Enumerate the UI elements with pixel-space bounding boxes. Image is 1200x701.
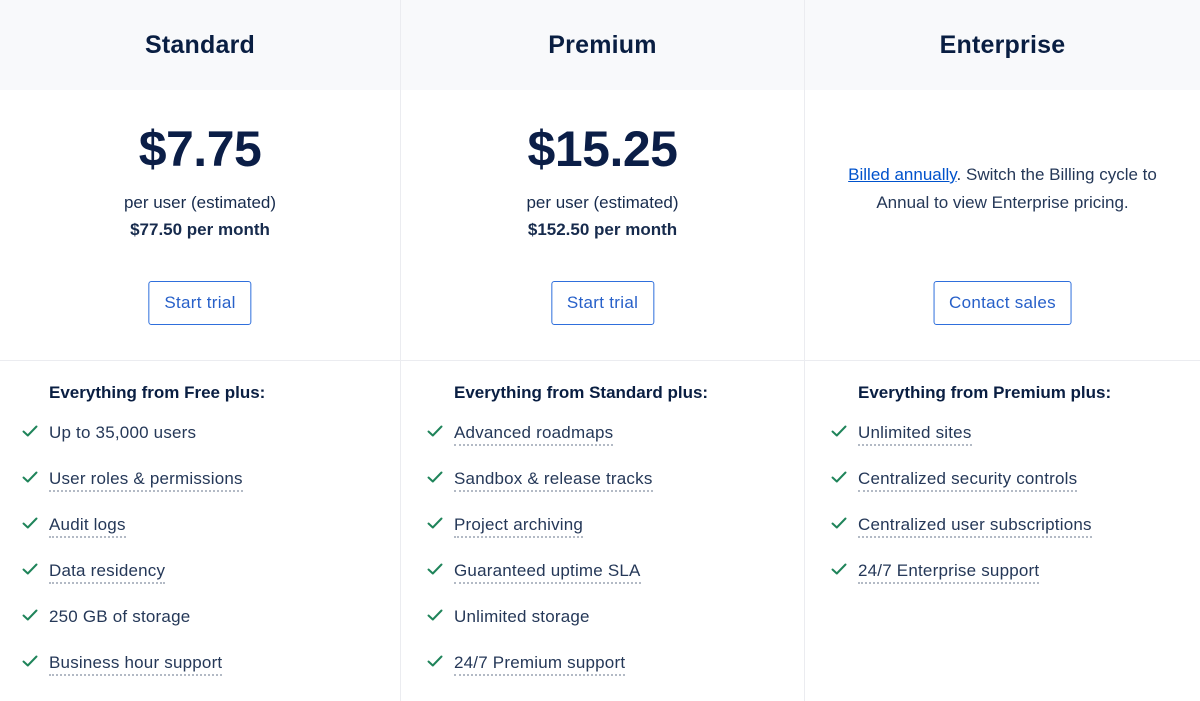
plan-price: $7.75 [138,121,262,177]
check-icon [22,517,38,529]
plan-name: Enterprise [805,0,1200,90]
price-unit: per user (estimated) [526,193,679,212]
check-icon [427,517,443,529]
check-icon [427,563,443,575]
plan-name: Standard [0,0,400,90]
monthly-total: $77.50 per month [130,220,270,239]
feature-item: Sandbox & release tracks [427,468,804,514]
check-icon [831,471,847,483]
feature-section: Everything from Standard plus: Advanced … [401,361,804,698]
plan-enterprise: Enterprise Billed annually. Switch the B… [804,0,1200,701]
plan-standard: Standard $7.75 per user (estimated) $77.… [0,0,400,701]
check-icon [427,471,443,483]
feature-item: 24/7 Enterprise support [831,560,1200,606]
feature-label[interactable]: User roles & permissions [49,468,243,492]
feature-item: Guaranteed uptime SLA [427,560,804,606]
feature-item: Data residency [22,560,400,606]
feature-section: Everything from Premium plus: Unlimited … [805,361,1200,606]
feature-label[interactable]: Sandbox & release tracks [454,468,653,492]
feature-label: 250 GB of storage [49,607,191,626]
plan-name: Premium [401,0,804,90]
feature-item: Centralized security controls [831,468,1200,514]
features-title: Everything from Standard plus: [454,383,709,402]
feature-label[interactable]: Business hour support [49,652,223,676]
start-trial-button[interactable]: Start trial [148,281,252,325]
feature-label[interactable]: Guaranteed uptime SLA [454,560,641,584]
enterprise-pricing-note: Billed annually. Switch the Billing cycl… [805,161,1200,217]
feature-label[interactable]: Audit logs [49,514,126,538]
feature-item: 24/7 Premium support [427,652,804,698]
plan-premium: Premium $15.25 per user (estimated) $152… [400,0,804,701]
feature-section: Everything from Free plus: Up to 35,000 … [0,361,400,698]
check-icon [427,425,443,437]
feature-item: User roles & permissions [22,468,400,514]
feature-list: Advanced roadmaps Sandbox & release track… [427,422,804,698]
check-icon [831,517,847,529]
monthly-total: $152.50 per month [527,220,678,239]
feature-label[interactable]: Centralized user subscriptions [858,514,1092,538]
feature-list: Up to 35,000 users User roles & permissio… [22,422,400,698]
feature-label[interactable]: 24/7 Enterprise support [858,560,1040,584]
check-icon [22,425,38,437]
check-icon [831,563,847,575]
feature-label[interactable]: Project archiving [454,514,584,538]
price-section: $7.75 per user (estimated) $77.50 per mo… [0,90,400,361]
feature-item: 250 GB of storage [22,606,400,652]
check-icon [22,563,38,575]
feature-item: Up to 35,000 users [22,422,400,468]
feature-label: Unlimited storage [454,607,590,626]
feature-item: Unlimited storage [427,606,804,652]
price-section: Billed annually. Switch the Billing cycl… [805,90,1200,361]
feature-list: Unlimited sites Centralized security cont… [831,422,1200,606]
pricing-table: Standard $7.75 per user (estimated) $77.… [0,0,1200,701]
check-icon [427,609,443,621]
features-title: Everything from Premium plus: [858,383,1112,402]
feature-item: Advanced roadmaps [427,422,804,468]
plan-price: $15.25 [527,121,678,177]
start-trial-button[interactable]: Start trial [550,281,655,325]
contact-sales-button[interactable]: Contact sales [933,281,1072,325]
check-icon [22,655,38,667]
check-icon [427,655,443,667]
feature-item: Audit logs [22,514,400,560]
feature-item: Business hour support [22,652,400,698]
feature-label: Up to 35,000 users [49,423,197,442]
features-title: Everything from Free plus: [49,383,266,402]
feature-label[interactable]: Unlimited sites [858,422,972,446]
price-section: $15.25 per user (estimated) $152.50 per … [401,90,804,361]
feature-label[interactable]: Data residency [49,560,166,584]
billed-annually-link[interactable]: Billed annually [848,165,956,184]
feature-label[interactable]: 24/7 Premium support [454,652,626,676]
feature-item: Centralized user subscriptions [831,514,1200,560]
check-icon [22,471,38,483]
check-icon [831,425,847,437]
feature-label[interactable]: Centralized security controls [858,468,1078,492]
check-icon [22,609,38,621]
price-unit: per user (estimated) [123,193,277,212]
feature-item: Unlimited sites [831,422,1200,468]
feature-label[interactable]: Advanced roadmaps [454,422,614,446]
feature-item: Project archiving [427,514,804,560]
